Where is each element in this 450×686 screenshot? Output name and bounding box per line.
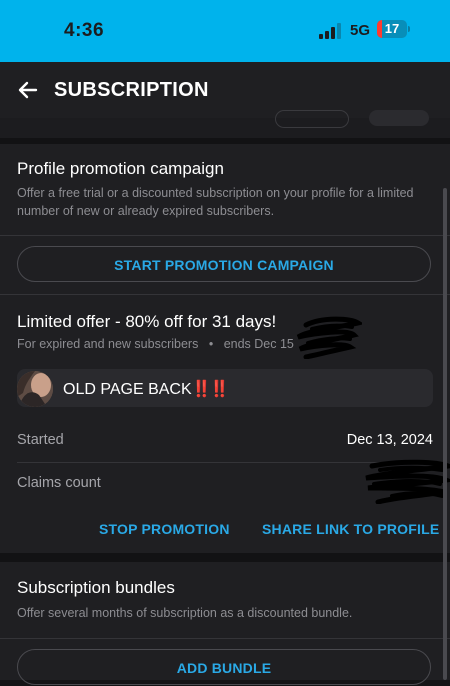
- redaction-scribble: [296, 316, 362, 359]
- page-title: SUBSCRIPTION: [54, 79, 209, 101]
- promotion-campaign-card: Profile promotion campaign Offer a free …: [0, 144, 450, 295]
- bullet-separator: •: [208, 337, 214, 351]
- battery-level: 17: [384, 21, 400, 36]
- arrow-left-icon[interactable]: [16, 78, 40, 102]
- promotion-message: OLD PAGE BACK‼️‼️: [17, 369, 433, 407]
- scrolled-button-outline[interactable]: [275, 110, 349, 128]
- divider: [0, 235, 450, 236]
- bundles-title: Subscription bundles: [17, 578, 175, 597]
- status-bar: 4:36 5G 17: [0, 0, 450, 62]
- share-link-button[interactable]: SHARE LINK TO PROFILE: [262, 521, 439, 537]
- stop-promotion-button[interactable]: STOP PROMOTION: [99, 521, 230, 537]
- avatar: [17, 371, 53, 407]
- subscription-bundles-card: Subscription bundles Offer several month…: [0, 562, 450, 685]
- double-exclamation-icon: ‼️‼️: [191, 381, 230, 398]
- offer-end-date: ends Dec 15: [223, 337, 294, 351]
- offer-title: Limited offer - 80% off for 31 days!: [17, 312, 277, 331]
- claims-count-label: Claims count: [17, 475, 101, 491]
- signal-icon: [319, 23, 343, 39]
- divider: [0, 638, 450, 639]
- offer-audience: For expired and new subscribers: [17, 337, 199, 351]
- scrolled-button-filled[interactable]: [369, 110, 429, 126]
- started-label: Started: [17, 432, 64, 448]
- status-time: 4:36: [64, 20, 105, 41]
- started-value: Dec 13, 2024: [346, 432, 433, 448]
- promotion-campaign-title: Profile promotion campaign: [17, 159, 224, 178]
- limited-offer-card: Limited offer - 80% off for 31 days! For…: [0, 295, 450, 553]
- promotion-campaign-description: Offer a free trial or a discounted subsc…: [17, 186, 414, 218]
- start-promotion-button[interactable]: START PROMOTION CAMPAIGN: [17, 246, 431, 282]
- bundles-description: Offer several months of subscription as …: [17, 606, 353, 620]
- promotion-message-text: OLD PAGE BACK‼️‼️: [63, 379, 230, 399]
- redaction-scribble: [365, 459, 450, 504]
- battery-icon: 17: [377, 20, 407, 38]
- scrollbar[interactable]: [443, 188, 447, 680]
- network-type: 5G: [350, 22, 371, 39]
- offer-subtitle: For expired and new subscribers • ends D…: [17, 335, 294, 353]
- section-separator: [0, 553, 450, 562]
- message-text: OLD PAGE BACK: [63, 381, 192, 398]
- battery-tip: [408, 26, 410, 32]
